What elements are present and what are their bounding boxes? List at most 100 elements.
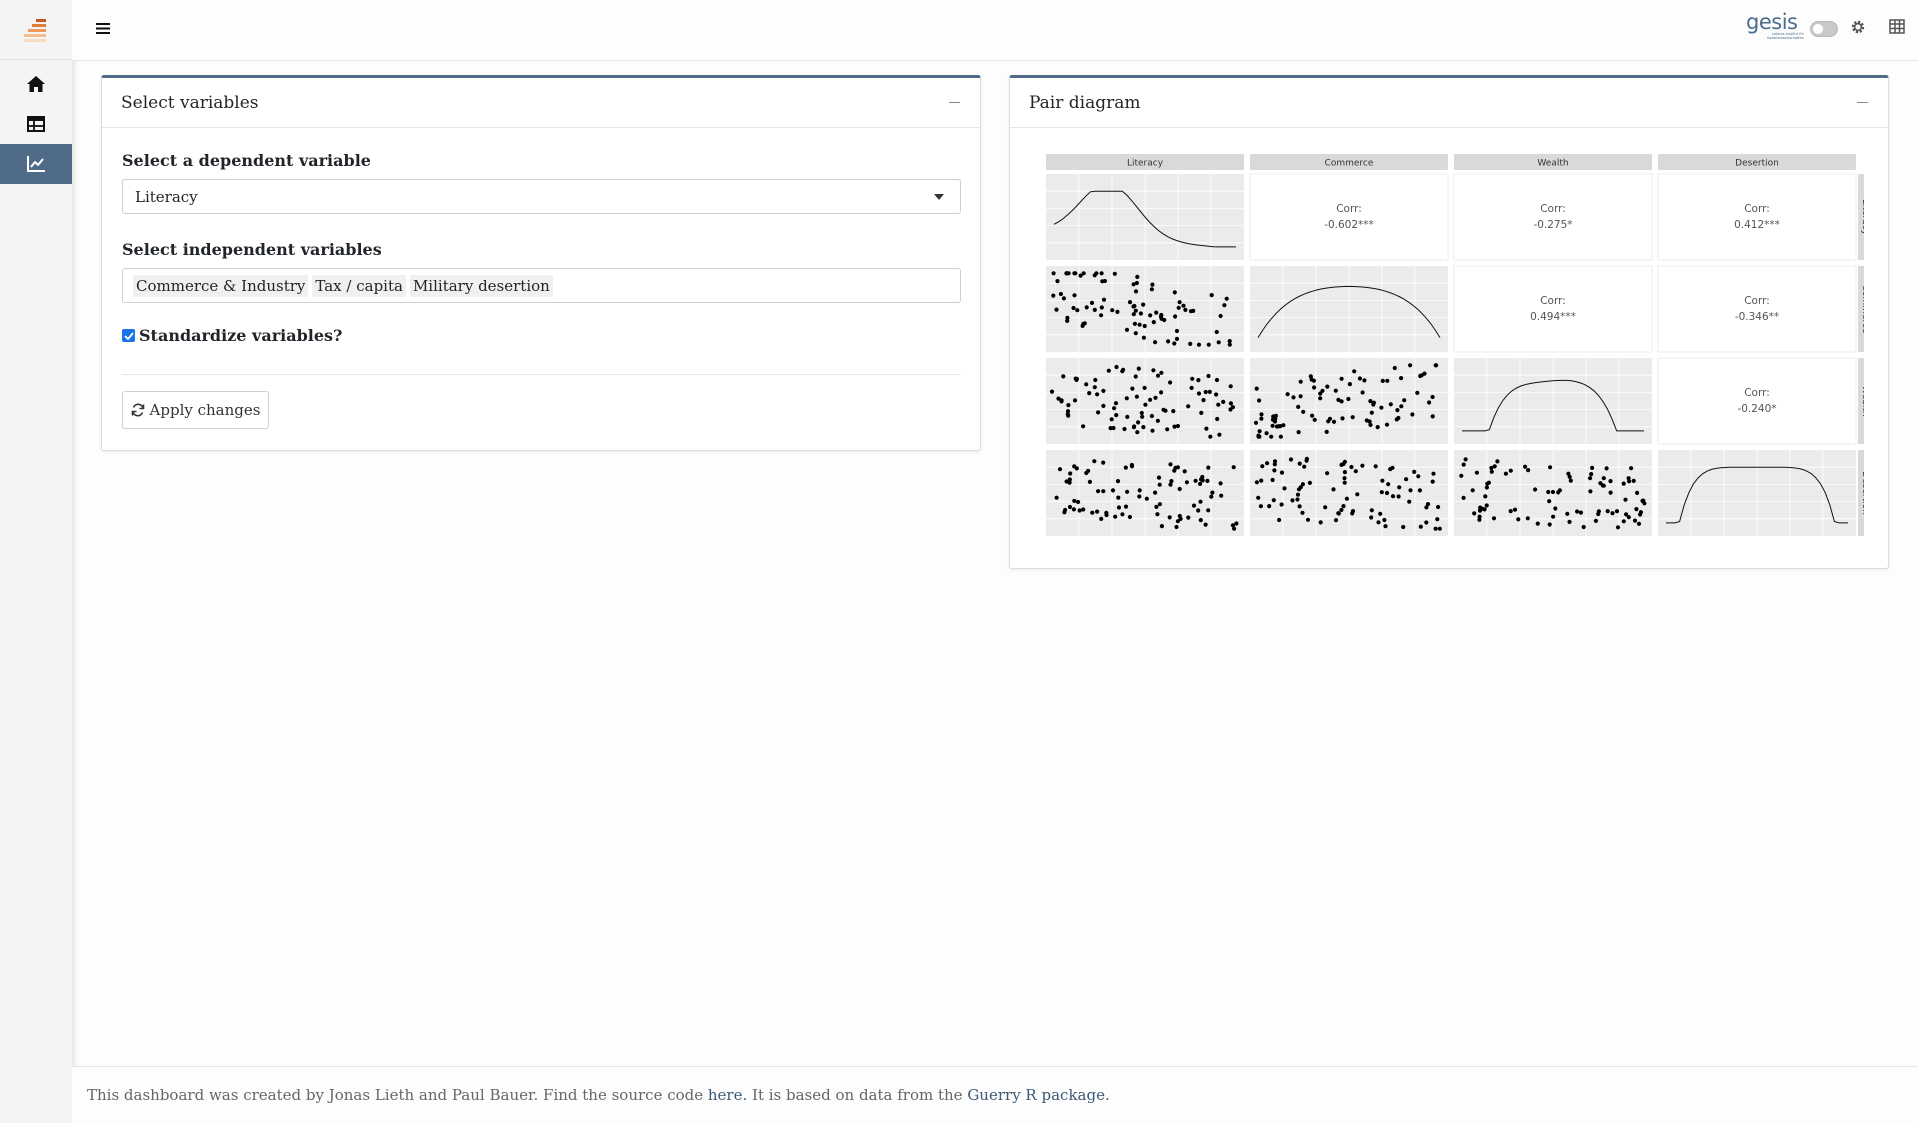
scatter-point: [1141, 302, 1146, 307]
scatter-point: [1157, 482, 1162, 487]
scatter-point: [1065, 315, 1070, 320]
scatter-point: [1203, 389, 1208, 395]
scatter-point: [1408, 488, 1413, 493]
scatter-point: [1271, 498, 1276, 503]
menu-toggle-button[interactable]: [96, 20, 110, 39]
scatter-point: [1312, 417, 1317, 422]
scatter-point: [1216, 340, 1221, 345]
scatter-point: [1474, 470, 1479, 475]
scatter-point: [1084, 470, 1089, 476]
scatter-point: [1062, 510, 1067, 515]
row-strip-label: Wealth: [1860, 385, 1864, 416]
gesis-logo[interactable]: gesis Leibniz-Institut für Sozialwissens…: [1746, 12, 1804, 46]
scatter-point: [1380, 478, 1385, 483]
dark-mode-toggle[interactable]: [1810, 21, 1838, 37]
sidebar-item-home[interactable]: [0, 64, 72, 104]
scatter-point: [1605, 509, 1610, 514]
scatter-point: [1148, 397, 1153, 402]
scatter-point: [1310, 413, 1315, 418]
scatter-point: [1106, 368, 1111, 373]
scatter-point: [1484, 485, 1489, 490]
standardize-option[interactable]: Standardize variables?: [122, 326, 342, 345]
scatter-point: [1615, 525, 1621, 530]
scatter-point: [1137, 322, 1142, 327]
scatter-point: [1205, 478, 1210, 483]
table-view-button[interactable]: [1889, 19, 1905, 38]
scatter-point: [1492, 464, 1497, 469]
scatter-point: [1362, 378, 1367, 383]
dependent-variable-select[interactable]: Literacy: [122, 179, 961, 214]
scatter-point: [1162, 317, 1167, 323]
scatter-point: [1071, 305, 1076, 311]
scatter-point: [1333, 518, 1339, 523]
scatter-point: [1112, 271, 1117, 276]
scatter-point: [1384, 422, 1390, 427]
independent-variables-select[interactable]: Commerce & Industry Tax / capita Militar…: [122, 268, 961, 303]
correlation-value: -0.240*: [1737, 403, 1776, 415]
scatter-point: [1270, 423, 1275, 428]
scatter-point: [1632, 518, 1638, 523]
scatter-point: [1300, 510, 1305, 515]
scatter-point: [1095, 392, 1100, 397]
selected-variable-chip[interactable]: Commerce & Industry: [133, 274, 309, 297]
scatter-point: [1231, 465, 1236, 470]
scatter-point: [1371, 400, 1376, 405]
scatter-point: [1151, 320, 1156, 325]
scatter-point: [1066, 413, 1071, 418]
source-code-link[interactable]: here.: [708, 1086, 747, 1104]
scatter-point: [1188, 309, 1194, 314]
scatter-point: [1061, 296, 1066, 301]
collapse-button[interactable]: [1855, 96, 1869, 110]
scatter-point: [1349, 464, 1354, 470]
correlation-label: Corr:: [1744, 295, 1770, 307]
scatter-point: [1099, 271, 1104, 276]
settings-button[interactable]: [1850, 19, 1866, 39]
scatter-point: [1256, 434, 1261, 439]
scatter-point: [1198, 499, 1203, 504]
selected-variable-chip[interactable]: Tax / capita: [312, 274, 406, 297]
scatter-point: [1430, 479, 1435, 484]
scatter-point: [1621, 481, 1626, 486]
collapse-button[interactable]: [947, 96, 961, 110]
column-strip-label: Commerce: [1325, 159, 1374, 169]
scatter-point: [1383, 524, 1388, 529]
scatter-point: [1418, 524, 1423, 529]
scatter-point: [1139, 410, 1144, 416]
scatter-point: [1326, 419, 1331, 424]
scatter-point: [1190, 376, 1195, 381]
scatter-point: [1227, 339, 1232, 344]
scatter-point: [1153, 490, 1158, 495]
scatter-point: [1222, 303, 1227, 308]
column-strip-label: Literacy: [1127, 159, 1164, 169]
scatter-point: [1312, 385, 1317, 390]
scatter-point: [1375, 425, 1380, 430]
scatter-point: [1099, 313, 1104, 318]
scatter-point: [1186, 404, 1191, 409]
correlation-panel: [1453, 173, 1653, 261]
scatter-point: [1291, 395, 1296, 400]
pair-diagram-chart: Literacy Commerce Wealth Desertion Literacy C…: [1046, 154, 1864, 536]
guerry-package-link[interactable]: Guerry R package.: [967, 1086, 1109, 1104]
scatter-point: [1424, 505, 1429, 510]
column-strip-label: Wealth: [1537, 159, 1568, 169]
scatter-point: [1137, 494, 1142, 499]
app-logo[interactable]: [0, 0, 72, 60]
scatter-point: [1144, 496, 1149, 501]
scatter-point: [1526, 468, 1531, 473]
scatter-point: [1068, 471, 1073, 476]
scatter-point: [1369, 508, 1374, 513]
sidebar-item-chart[interactable]: [0, 144, 72, 184]
scatter-point: [1159, 390, 1164, 395]
scatter-point: [1253, 420, 1259, 425]
scatter-point: [1092, 307, 1097, 312]
scatter-point: [1074, 466, 1079, 471]
sidebar-item-table[interactable]: [0, 104, 72, 144]
scatter-point: [1049, 389, 1055, 394]
selected-variable-chip[interactable]: Military desertion: [409, 274, 553, 297]
scatter-point: [1101, 460, 1106, 465]
scatter-point: [1600, 483, 1605, 488]
scatter-point: [1508, 509, 1513, 514]
standardize-checkbox[interactable]: [122, 329, 135, 342]
apply-changes-button[interactable]: Apply changes: [122, 391, 269, 429]
scatter-point: [1333, 388, 1338, 393]
